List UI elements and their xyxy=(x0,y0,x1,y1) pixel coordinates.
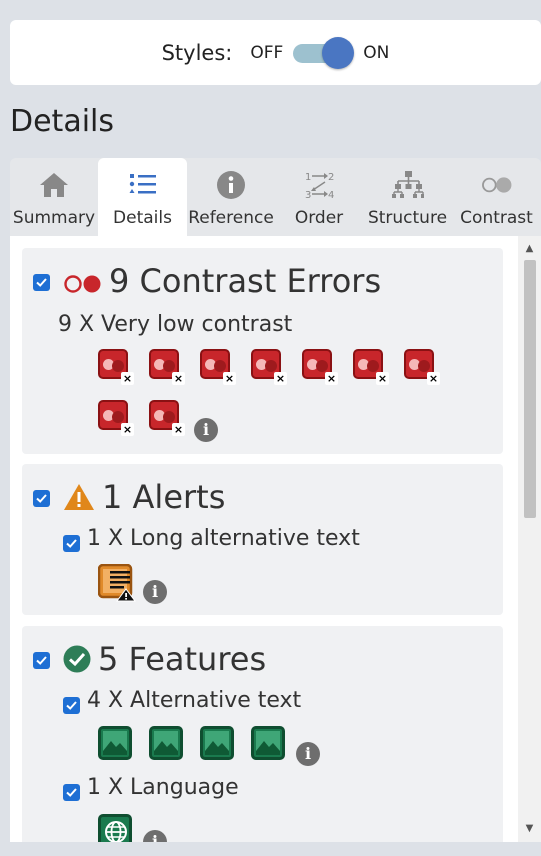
info-icon[interactable]: i xyxy=(143,830,167,842)
feature-item-label: 1 X Language xyxy=(87,775,239,800)
styles-off-label: OFF xyxy=(250,42,284,63)
error-item-label: 9 X Very low contrast xyxy=(58,312,293,337)
tab-details-label: Details xyxy=(113,208,172,228)
scroll-thumb[interactable] xyxy=(524,260,536,518)
contrast-error-icon xyxy=(63,274,103,298)
tab-summary[interactable]: Summary xyxy=(10,158,98,236)
image-alt-text-icon[interactable] xyxy=(200,726,234,760)
image-alt-text-icon[interactable] xyxy=(251,726,285,760)
contrast-error-instance-icon[interactable]: × xyxy=(251,349,287,385)
list-icon xyxy=(126,168,160,202)
tab-summary-label: Summary xyxy=(12,208,96,228)
features-checkbox[interactable] xyxy=(33,652,50,669)
order-icon: 1 2 3 4 xyxy=(302,168,336,202)
toggle-knob xyxy=(322,36,355,69)
alerts-title: 1 Alerts xyxy=(102,478,226,516)
info-icon xyxy=(214,168,248,202)
long-alt-text-icon[interactable] xyxy=(97,563,136,602)
features-card: 5 Features 4 X Alternative text i 1 X La… xyxy=(22,626,503,842)
svg-text:3: 3 xyxy=(305,190,311,201)
contrast-error-instance-icon[interactable]: × xyxy=(302,349,338,385)
svg-text:1: 1 xyxy=(305,172,311,183)
tab-contrast[interactable]: Contrast xyxy=(452,158,541,236)
errors-title: 9 Contrast Errors xyxy=(109,262,382,300)
tab-details[interactable]: Details xyxy=(98,158,187,236)
info-icon[interactable]: i xyxy=(194,418,218,442)
tab-bar: Summary Details Reference 1 2 3 4 Order … xyxy=(10,158,541,236)
tab-contrast-label: Contrast xyxy=(460,208,533,228)
errors-checkbox[interactable] xyxy=(33,274,50,291)
details-content: 9 Contrast Errors 9 X Very low contrast … xyxy=(10,236,541,842)
styles-label: Styles: xyxy=(161,40,233,65)
contrast-error-instance-icon[interactable]: × xyxy=(98,400,134,436)
svg-text:4: 4 xyxy=(328,190,334,201)
errors-card: 9 Contrast Errors 9 X Very low contrast … xyxy=(22,248,503,454)
scroll-up-arrow-icon[interactable]: ▲ xyxy=(518,238,541,258)
info-icon[interactable]: i xyxy=(143,580,167,604)
contrast-error-instance-icon[interactable]: × xyxy=(200,349,236,385)
contrast-error-instance-icon[interactable]: × xyxy=(98,349,134,385)
tab-structure-label: Structure xyxy=(367,208,448,228)
contrast-error-instance-icon[interactable]: × xyxy=(149,349,185,385)
alert-item-label: 1 X Long alternative text xyxy=(87,526,360,551)
scrollbar[interactable]: ▲ ▼ xyxy=(518,236,541,842)
warning-icon xyxy=(62,482,96,516)
details-panel: Summary Details Reference 1 2 3 4 Order … xyxy=(10,158,541,842)
alerts-checkbox[interactable] xyxy=(33,490,50,507)
alerts-card: 1 Alerts 1 X Long alternative text i xyxy=(22,464,503,615)
globe-icon[interactable] xyxy=(98,814,132,842)
feature-item-checkbox[interactable] xyxy=(63,697,80,714)
styles-toggle-bar: Styles: OFF ON xyxy=(10,20,541,85)
svg-text:2: 2 xyxy=(328,172,334,183)
tab-order[interactable]: 1 2 3 4 Order xyxy=(275,158,363,236)
styles-toggle-switch[interactable] xyxy=(293,35,355,71)
tab-reference[interactable]: Reference xyxy=(187,158,275,236)
scroll-down-arrow-icon[interactable]: ▼ xyxy=(518,818,541,838)
contrast-error-instance-icon[interactable]: × xyxy=(149,400,185,436)
styles-on-label: ON xyxy=(363,42,390,63)
tab-reference-label: Reference xyxy=(188,208,274,228)
image-alt-text-icon[interactable] xyxy=(149,726,183,760)
contrast-error-instance-icon[interactable]: × xyxy=(404,349,440,385)
info-icon[interactable]: i xyxy=(296,742,320,766)
home-icon xyxy=(37,168,71,202)
image-alt-text-icon[interactable] xyxy=(98,726,132,760)
tab-structure[interactable]: Structure xyxy=(363,158,452,236)
features-title: 5 Features xyxy=(98,640,267,678)
contrast-error-instance-icon[interactable]: × xyxy=(353,349,389,385)
feature-item-checkbox[interactable] xyxy=(63,784,80,801)
page-title: Details xyxy=(10,104,115,139)
tab-order-label: Order xyxy=(294,208,344,228)
alert-item-checkbox[interactable] xyxy=(63,535,80,552)
check-circle-icon xyxy=(62,644,92,678)
contrast-icon xyxy=(480,168,514,202)
feature-item-label: 4 X Alternative text xyxy=(87,688,302,713)
structure-icon xyxy=(391,168,425,202)
